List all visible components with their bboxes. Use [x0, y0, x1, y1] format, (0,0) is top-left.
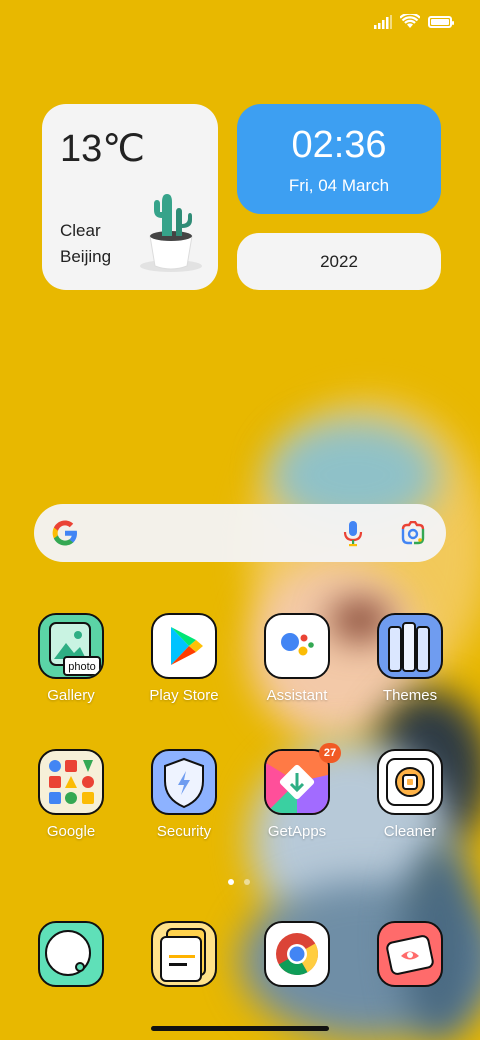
cactus-plant-icon [140, 194, 202, 272]
app-label: Themes [382, 687, 438, 704]
dock-app-notes[interactable] [134, 921, 234, 987]
app-cleaner[interactable]: Cleaner [360, 749, 460, 840]
assistant-icon [264, 613, 330, 679]
status-bar [374, 14, 454, 29]
page-indicator [228, 879, 250, 885]
security-icon [151, 749, 217, 815]
app-assistant[interactable]: Assistant [247, 613, 347, 704]
gallery-icon: photo [38, 613, 104, 679]
google-g-icon [52, 520, 77, 546]
microphone-icon[interactable] [342, 520, 364, 548]
app-google-folder[interactable]: Google [21, 749, 121, 840]
app-gallery[interactable]: photo Gallery [21, 613, 121, 704]
app-security[interactable]: Security [134, 749, 234, 840]
clock-date: Fri, 04 March [288, 176, 390, 195]
clock-widget[interactable]: 02:36 Fri, 04 March [237, 104, 441, 214]
camera-icon [377, 921, 443, 987]
app-label: Security [156, 823, 212, 840]
dock-app-chrome[interactable] [247, 921, 347, 987]
notes-icon [151, 921, 217, 987]
weather-widget[interactable]: 13℃ Clear Beijing [42, 104, 218, 290]
app-label: Play Store [149, 687, 219, 704]
app-label: Gallery [47, 687, 95, 704]
chrome-icon [264, 921, 330, 987]
weather-temperature: 13℃ [60, 128, 145, 170]
gallery-icon-text: photo [68, 661, 96, 673]
wifi-icon [400, 14, 420, 28]
signal-icon [374, 14, 392, 29]
google-folder-icon [38, 749, 104, 815]
google-search-bar[interactable] [34, 504, 446, 562]
cleaner-icon [377, 749, 443, 815]
page-dot-active [228, 879, 234, 885]
app-getapps[interactable]: 27 GetApps [247, 743, 347, 840]
app-label: GetApps [267, 823, 327, 840]
year-label: 2022 [320, 252, 358, 271]
app-play-store[interactable]: Play Store [134, 613, 234, 704]
dock-app-camera[interactable] [360, 921, 460, 987]
weather-city: Beijing [60, 247, 112, 266]
year-widget[interactable]: 2022 [237, 233, 441, 290]
app-label: Google [46, 823, 96, 840]
app-label: Cleaner [383, 823, 437, 840]
dock-app-messages[interactable] [21, 921, 121, 987]
app-label: Assistant [266, 687, 328, 704]
themes-icon [377, 613, 443, 679]
play-store-icon [151, 613, 217, 679]
home-indicator[interactable] [151, 1026, 329, 1031]
notification-badge: 27 [319, 743, 341, 763]
messaging-icon [38, 921, 104, 987]
clock-time: 02:36 [291, 124, 387, 166]
page-dot [244, 879, 250, 885]
google-lens-icon[interactable] [400, 521, 426, 545]
weather-condition: Clear [60, 221, 101, 240]
app-themes[interactable]: Themes [360, 613, 460, 704]
battery-icon [428, 15, 454, 28]
